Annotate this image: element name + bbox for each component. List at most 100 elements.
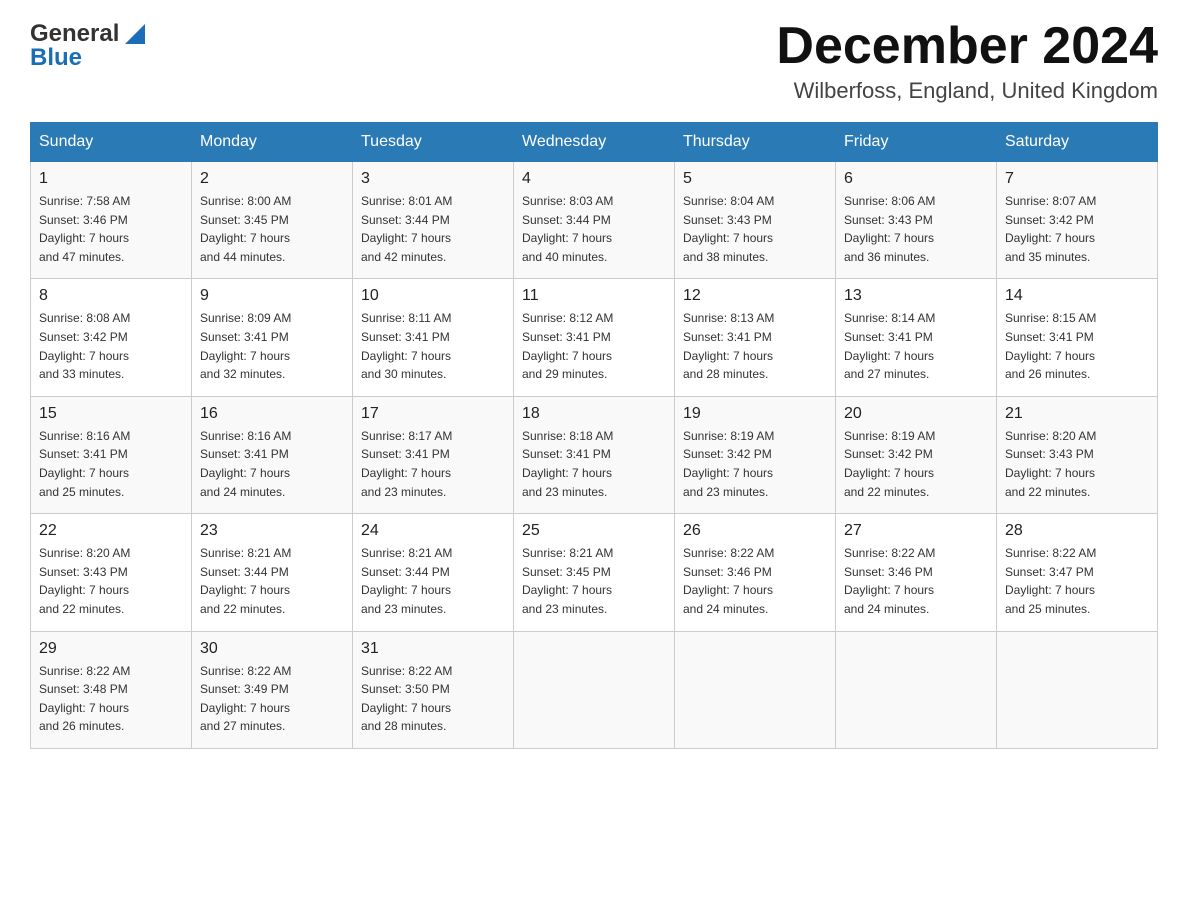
day-number: 21	[1005, 405, 1149, 423]
day-info: Sunrise: 8:09 AM Sunset: 3:41 PM Dayligh…	[200, 309, 344, 383]
calendar-cell: 10 Sunrise: 8:11 AM Sunset: 3:41 PM Dayl…	[353, 279, 514, 396]
weekday-header-wednesday: Wednesday	[514, 123, 675, 162]
calendar-cell: 26 Sunrise: 8:22 AM Sunset: 3:46 PM Dayl…	[675, 514, 836, 631]
calendar-cell: 18 Sunrise: 8:18 AM Sunset: 3:41 PM Dayl…	[514, 396, 675, 513]
calendar-cell: 27 Sunrise: 8:22 AM Sunset: 3:46 PM Dayl…	[836, 514, 997, 631]
calendar-cell: 11 Sunrise: 8:12 AM Sunset: 3:41 PM Dayl…	[514, 279, 675, 396]
day-number: 11	[522, 287, 666, 305]
day-number: 7	[1005, 170, 1149, 188]
day-number: 16	[200, 405, 344, 423]
day-info: Sunrise: 8:16 AM Sunset: 3:41 PM Dayligh…	[200, 427, 344, 501]
day-info: Sunrise: 8:08 AM Sunset: 3:42 PM Dayligh…	[39, 309, 183, 383]
day-number: 19	[683, 405, 827, 423]
title-block: December 2024 Wilberfoss, England, Unite…	[776, 20, 1158, 104]
calendar-cell: 15 Sunrise: 8:16 AM Sunset: 3:41 PM Dayl…	[31, 396, 192, 513]
weekday-header-tuesday: Tuesday	[353, 123, 514, 162]
calendar-cell	[997, 631, 1158, 748]
day-number: 14	[1005, 287, 1149, 305]
day-number: 23	[200, 522, 344, 540]
day-info: Sunrise: 8:13 AM Sunset: 3:41 PM Dayligh…	[683, 309, 827, 383]
day-info: Sunrise: 8:12 AM Sunset: 3:41 PM Dayligh…	[522, 309, 666, 383]
calendar-cell: 29 Sunrise: 8:22 AM Sunset: 3:48 PM Dayl…	[31, 631, 192, 748]
calendar-cell: 13 Sunrise: 8:14 AM Sunset: 3:41 PM Dayl…	[836, 279, 997, 396]
day-info: Sunrise: 8:03 AM Sunset: 3:44 PM Dayligh…	[522, 192, 666, 266]
day-info: Sunrise: 8:17 AM Sunset: 3:41 PM Dayligh…	[361, 427, 505, 501]
calendar-cell: 3 Sunrise: 8:01 AM Sunset: 3:44 PM Dayli…	[353, 162, 514, 279]
day-number: 31	[361, 640, 505, 658]
day-info: Sunrise: 8:20 AM Sunset: 3:43 PM Dayligh…	[39, 544, 183, 618]
day-number: 9	[200, 287, 344, 305]
day-info: Sunrise: 8:16 AM Sunset: 3:41 PM Dayligh…	[39, 427, 183, 501]
location-title: Wilberfoss, England, United Kingdom	[776, 78, 1158, 104]
day-info: Sunrise: 8:21 AM Sunset: 3:44 PM Dayligh…	[361, 544, 505, 618]
calendar-cell: 24 Sunrise: 8:21 AM Sunset: 3:44 PM Dayl…	[353, 514, 514, 631]
calendar-cell: 14 Sunrise: 8:15 AM Sunset: 3:41 PM Dayl…	[997, 279, 1158, 396]
calendar-cell: 6 Sunrise: 8:06 AM Sunset: 3:43 PM Dayli…	[836, 162, 997, 279]
day-info: Sunrise: 8:15 AM Sunset: 3:41 PM Dayligh…	[1005, 309, 1149, 383]
calendar-cell: 17 Sunrise: 8:17 AM Sunset: 3:41 PM Dayl…	[353, 396, 514, 513]
day-number: 22	[39, 522, 183, 540]
calendar-week-row: 15 Sunrise: 8:16 AM Sunset: 3:41 PM Dayl…	[31, 396, 1158, 513]
day-number: 15	[39, 405, 183, 423]
day-number: 29	[39, 640, 183, 658]
day-number: 28	[1005, 522, 1149, 540]
weekday-header-thursday: Thursday	[675, 123, 836, 162]
calendar-cell: 2 Sunrise: 8:00 AM Sunset: 3:45 PM Dayli…	[192, 162, 353, 279]
day-info: Sunrise: 8:14 AM Sunset: 3:41 PM Dayligh…	[844, 309, 988, 383]
day-number: 30	[200, 640, 344, 658]
day-number: 25	[522, 522, 666, 540]
calendar-cell	[514, 631, 675, 748]
calendar-cell	[836, 631, 997, 748]
calendar-cell: 23 Sunrise: 8:21 AM Sunset: 3:44 PM Dayl…	[192, 514, 353, 631]
day-number: 17	[361, 405, 505, 423]
day-info: Sunrise: 8:22 AM Sunset: 3:46 PM Dayligh…	[844, 544, 988, 618]
day-number: 18	[522, 405, 666, 423]
day-number: 1	[39, 170, 183, 188]
calendar-cell: 9 Sunrise: 8:09 AM Sunset: 3:41 PM Dayli…	[192, 279, 353, 396]
day-info: Sunrise: 8:22 AM Sunset: 3:50 PM Dayligh…	[361, 662, 505, 736]
calendar-cell: 16 Sunrise: 8:16 AM Sunset: 3:41 PM Dayl…	[192, 396, 353, 513]
day-number: 5	[683, 170, 827, 188]
calendar-table: SundayMondayTuesdayWednesdayThursdayFrid…	[30, 122, 1158, 749]
day-number: 13	[844, 287, 988, 305]
day-info: Sunrise: 8:19 AM Sunset: 3:42 PM Dayligh…	[683, 427, 827, 501]
calendar-cell: 4 Sunrise: 8:03 AM Sunset: 3:44 PM Dayli…	[514, 162, 675, 279]
calendar-cell: 7 Sunrise: 8:07 AM Sunset: 3:42 PM Dayli…	[997, 162, 1158, 279]
day-number: 4	[522, 170, 666, 188]
day-info: Sunrise: 8:18 AM Sunset: 3:41 PM Dayligh…	[522, 427, 666, 501]
day-number: 26	[683, 522, 827, 540]
day-number: 6	[844, 170, 988, 188]
calendar-week-row: 22 Sunrise: 8:20 AM Sunset: 3:43 PM Dayl…	[31, 514, 1158, 631]
day-info: Sunrise: 8:22 AM Sunset: 3:48 PM Dayligh…	[39, 662, 183, 736]
day-number: 2	[200, 170, 344, 188]
day-number: 27	[844, 522, 988, 540]
calendar-cell: 20 Sunrise: 8:19 AM Sunset: 3:42 PM Dayl…	[836, 396, 997, 513]
calendar-cell: 22 Sunrise: 8:20 AM Sunset: 3:43 PM Dayl…	[31, 514, 192, 631]
logo-blue-text: Blue	[30, 44, 82, 72]
day-number: 12	[683, 287, 827, 305]
calendar-week-row: 8 Sunrise: 8:08 AM Sunset: 3:42 PM Dayli…	[31, 279, 1158, 396]
day-number: 20	[844, 405, 988, 423]
weekday-header-friday: Friday	[836, 123, 997, 162]
calendar-cell: 28 Sunrise: 8:22 AM Sunset: 3:47 PM Dayl…	[997, 514, 1158, 631]
day-number: 24	[361, 522, 505, 540]
day-info: Sunrise: 8:04 AM Sunset: 3:43 PM Dayligh…	[683, 192, 827, 266]
calendar-cell: 5 Sunrise: 8:04 AM Sunset: 3:43 PM Dayli…	[675, 162, 836, 279]
calendar-cell: 30 Sunrise: 8:22 AM Sunset: 3:49 PM Dayl…	[192, 631, 353, 748]
day-info: Sunrise: 8:22 AM Sunset: 3:49 PM Dayligh…	[200, 662, 344, 736]
weekday-header-sunday: Sunday	[31, 123, 192, 162]
calendar-cell: 12 Sunrise: 8:13 AM Sunset: 3:41 PM Dayl…	[675, 279, 836, 396]
calendar-body: 1 Sunrise: 7:58 AM Sunset: 3:46 PM Dayli…	[31, 162, 1158, 749]
day-number: 8	[39, 287, 183, 305]
calendar-cell: 25 Sunrise: 8:21 AM Sunset: 3:45 PM Dayl…	[514, 514, 675, 631]
day-info: Sunrise: 8:22 AM Sunset: 3:47 PM Dayligh…	[1005, 544, 1149, 618]
day-number: 3	[361, 170, 505, 188]
day-info: Sunrise: 8:11 AM Sunset: 3:41 PM Dayligh…	[361, 309, 505, 383]
day-info: Sunrise: 8:07 AM Sunset: 3:42 PM Dayligh…	[1005, 192, 1149, 266]
day-info: Sunrise: 7:58 AM Sunset: 3:46 PM Dayligh…	[39, 192, 183, 266]
day-info: Sunrise: 8:00 AM Sunset: 3:45 PM Dayligh…	[200, 192, 344, 266]
calendar-week-row: 29 Sunrise: 8:22 AM Sunset: 3:48 PM Dayl…	[31, 631, 1158, 748]
calendar-cell: 1 Sunrise: 7:58 AM Sunset: 3:46 PM Dayli…	[31, 162, 192, 279]
calendar-cell	[675, 631, 836, 748]
day-info: Sunrise: 8:20 AM Sunset: 3:43 PM Dayligh…	[1005, 427, 1149, 501]
